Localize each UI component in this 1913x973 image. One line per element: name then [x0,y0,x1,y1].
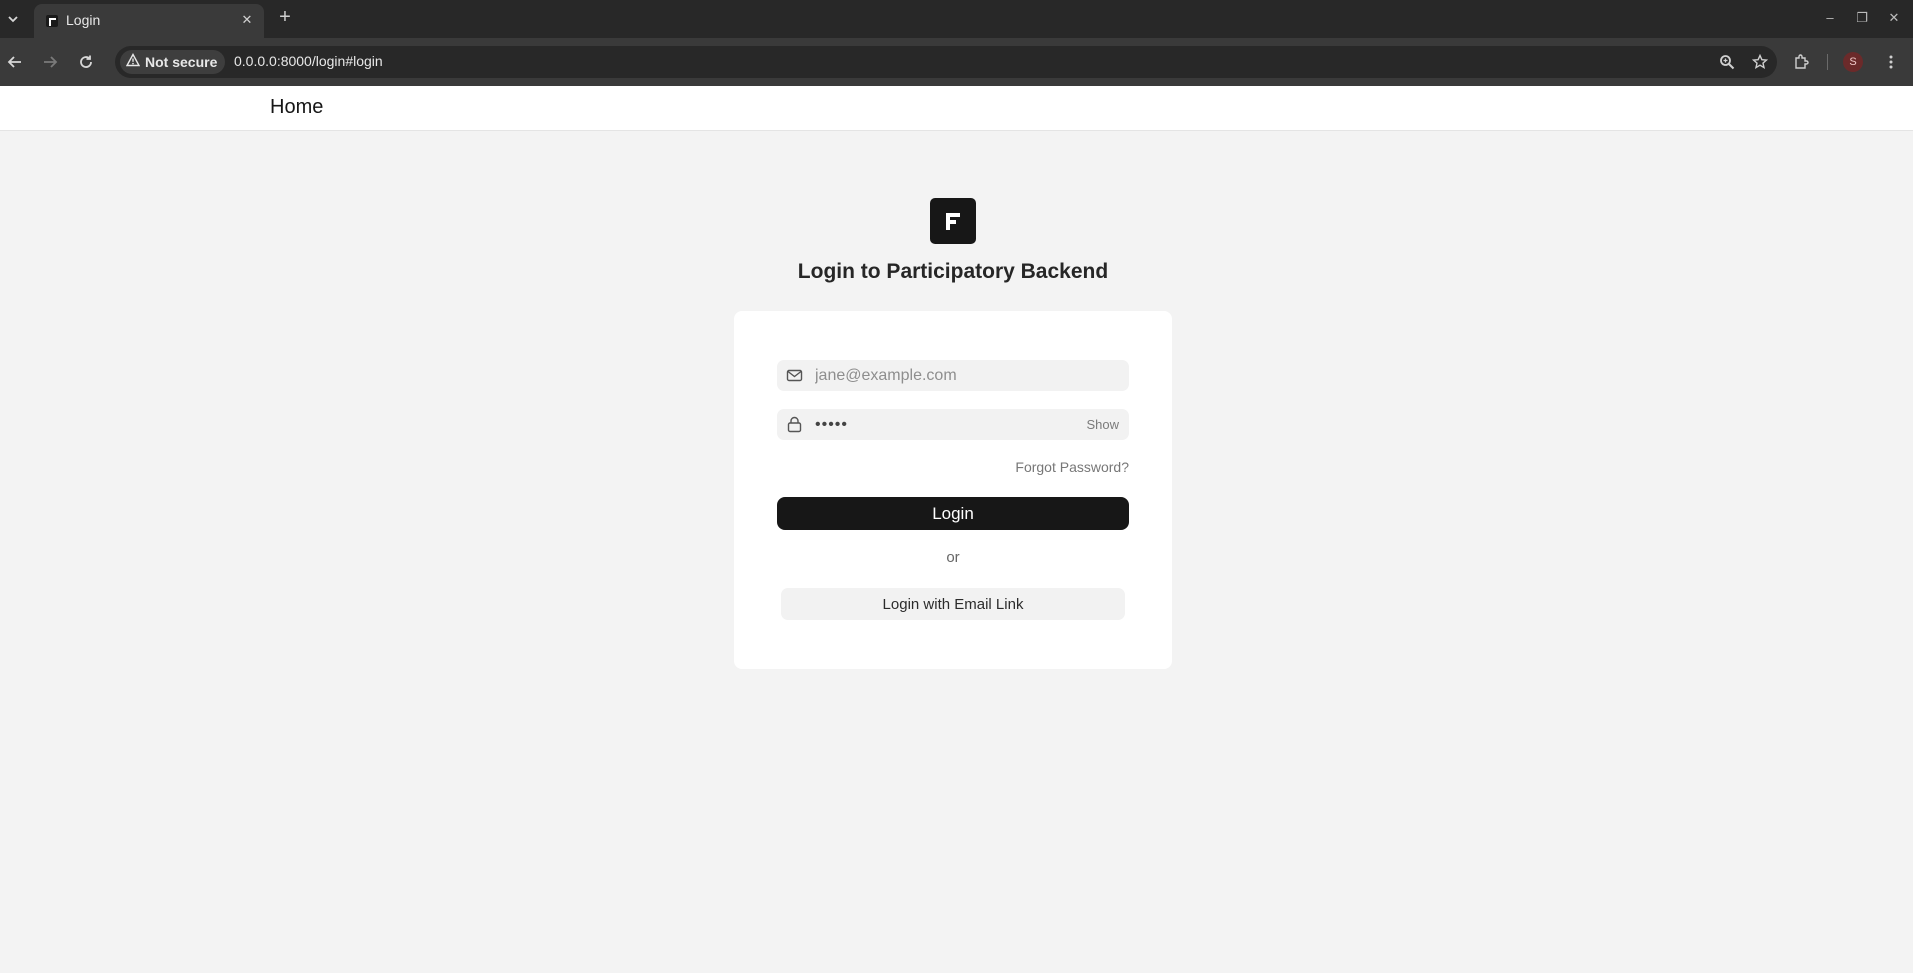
page-title: Login to Participatory Backend [797,260,1109,283]
mail-icon [786,367,803,384]
password-field[interactable]: Show [777,409,1129,440]
zoom-icon[interactable] [1717,52,1737,72]
login-card: Show Forgot Password? Login or Login wit… [734,311,1172,669]
show-password-button[interactable]: Show [1086,417,1119,432]
bookmark-star-icon[interactable] [1750,52,1770,72]
tab-title: Login [66,12,101,28]
email-input[interactable] [815,360,1065,391]
password-input[interactable] [815,409,1065,440]
reload-icon[interactable] [74,50,98,74]
app-logo [930,198,976,244]
window-close-icon[interactable]: ✕ [1884,8,1904,28]
login-button[interactable]: Login [777,497,1129,530]
favicon-icon [46,15,58,27]
security-label: Not secure [145,54,218,70]
extensions-puzzle-icon[interactable] [1789,50,1813,74]
address-bar[interactable]: Not secure 0.0.0.0:8000/login#login [115,46,1777,78]
toolbar-divider [1827,54,1828,70]
browser-toolbar: Not secure 0.0.0.0:8000/login#login S [0,38,1913,86]
site-header: Home [0,86,1913,131]
tab-search-chevron-icon[interactable] [2,8,24,30]
warning-icon [125,52,141,72]
menu-kebab-icon[interactable] [1879,50,1903,74]
lock-icon [786,416,803,433]
minimize-icon[interactable]: – [1820,8,1840,28]
browser-tab[interactable]: Login ✕ [34,4,264,38]
profile-avatar[interactable]: S [1843,52,1863,72]
tab-close-icon[interactable]: ✕ [238,11,256,29]
back-arrow-icon[interactable] [3,50,27,74]
forward-arrow-icon[interactable] [38,50,62,74]
forgot-password-link[interactable]: Forgot Password? [1015,459,1129,475]
login-with-email-link-button[interactable]: Login with Email Link [781,588,1125,620]
new-tab-icon[interactable]: + [274,7,296,29]
home-link[interactable]: Home [270,96,323,119]
or-divider-text: or [946,549,960,566]
url-text[interactable]: 0.0.0.0:8000/login#login [234,53,383,69]
browser-tabstrip: Login ✕ + – ❐ ✕ [0,0,1913,38]
security-chip[interactable]: Not secure [120,50,226,74]
email-field[interactable] [777,360,1129,391]
restore-icon[interactable]: ❐ [1852,8,1872,28]
